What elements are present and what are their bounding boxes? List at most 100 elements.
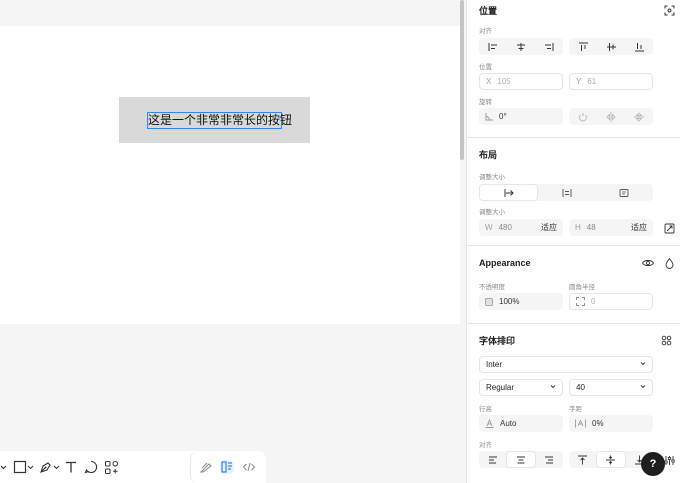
appearance-title: Appearance: [479, 258, 531, 268]
text-align-left-icon[interactable]: [479, 451, 506, 468]
chevron-down-icon: [640, 361, 646, 366]
align-label: 对齐: [479, 28, 492, 35]
height-prefix: H: [575, 223, 581, 232]
tool-group: [0, 455, 119, 479]
x-prefix: X: [486, 77, 492, 86]
canvas-scrollbar[interactable]: [460, 0, 464, 160]
comment-icon[interactable]: [84, 460, 98, 474]
chevron-down-icon[interactable]: [0, 465, 7, 470]
letter-spacing-field[interactable]: 0%: [569, 415, 653, 432]
width-prefix: W: [485, 223, 493, 232]
components-icon[interactable]: [104, 460, 119, 475]
letter-spacing-label: 字距: [569, 406, 582, 413]
rotation-value: 0°: [499, 112, 507, 121]
y-value: 61: [587, 77, 597, 86]
x-position-field[interactable]: X 105: [479, 73, 563, 90]
corner-radius-icon: [576, 297, 585, 306]
help-button[interactable]: ?: [641, 452, 665, 476]
flip-vertical-icon[interactable]: [625, 108, 653, 125]
blend-mode-icon[interactable]: [662, 256, 676, 270]
text-align-middle-icon[interactable]: [596, 451, 626, 468]
flip-horizontal-icon[interactable]: [597, 108, 625, 125]
resize-label: 调整大小: [479, 174, 505, 181]
font-weight-value: Regular: [486, 383, 515, 392]
horizontal-align-group: [479, 38, 563, 55]
mode-switcher: [190, 451, 264, 483]
corner-radius-value: 0: [591, 297, 596, 306]
y-prefix: Y: [576, 77, 582, 86]
letter-spacing-value: 0%: [592, 419, 604, 428]
align-right-icon[interactable]: [535, 38, 563, 55]
height-mode[interactable]: 适应: [631, 222, 647, 233]
resize-to-fit-icon[interactable]: [662, 221, 676, 235]
chevron-down-icon: [550, 384, 556, 389]
font-size-select[interactable]: 40: [569, 379, 653, 396]
width-value: 480: [498, 223, 512, 232]
y-position-field[interactable]: Y 61: [569, 73, 653, 90]
font-family-value: Inter: [486, 360, 503, 369]
auto-height-icon[interactable]: [538, 184, 595, 201]
opacity-field[interactable]: 100%: [479, 293, 563, 310]
canvas-frame[interactable]: [0, 26, 460, 324]
chevron-down-icon[interactable]: [53, 465, 60, 470]
align-center-h-icon[interactable]: [507, 38, 535, 55]
height-field[interactable]: H 48 适应: [569, 219, 653, 236]
chevron-down-icon: [640, 384, 646, 389]
opacity-value: 100%: [499, 297, 520, 306]
pen-icon[interactable]: [38, 460, 53, 475]
line-height-icon: [485, 419, 494, 428]
transform-group: [569, 108, 653, 125]
fixed-size-icon[interactable]: [596, 184, 653, 201]
text-align-label: 对齐: [479, 442, 492, 449]
canvas[interactable]: 这是一个非常非常长的按钮: [0, 0, 460, 483]
draw-mode-icon[interactable]: [199, 460, 213, 474]
text-align-center-icon[interactable]: [506, 451, 536, 468]
eye-icon[interactable]: [641, 256, 655, 270]
app-root: 这是一个非常非常长的按钮 位置 对齐 位置 X 105 Y 61 旋转 0° 布…: [0, 0, 680, 483]
font-family-select[interactable]: Inter: [479, 356, 653, 373]
button-text-layer[interactable]: 这是一个非常非常长的按钮: [147, 112, 292, 129]
design-mode-icon[interactable]: [220, 460, 235, 474]
chevron-down-icon[interactable]: [27, 465, 34, 470]
line-height-label: 行高: [479, 406, 492, 413]
width-mode[interactable]: 适应: [541, 222, 557, 233]
rotation-icon: [485, 112, 493, 121]
auto-width-icon[interactable]: [479, 184, 539, 201]
text-align-top-icon[interactable]: [569, 451, 596, 468]
letter-spacing-icon: [575, 419, 586, 428]
position-section: 位置 对齐 位置 X 105 Y 61 旋转 0°: [467, 0, 680, 138]
resize-mode-group: [479, 184, 653, 201]
dev-mode-icon[interactable]: [242, 460, 256, 474]
rotate-icon[interactable]: [569, 108, 597, 125]
width-field[interactable]: W 480 适应: [479, 219, 563, 236]
rotation-field[interactable]: 0°: [479, 108, 563, 125]
properties-panel: 位置 对齐 位置 X 105 Y 61 旋转 0° 布局 调整大小 调整大小 W…: [466, 0, 680, 483]
text-align-group: [479, 451, 563, 468]
position-title: 位置: [479, 6, 498, 16]
align-middle-icon[interactable]: [597, 38, 625, 55]
typography-title: 字体排印: [479, 336, 516, 346]
layout-title: 布局: [479, 150, 498, 160]
rotation-label: 旋转: [479, 99, 492, 106]
x-value: 105: [497, 77, 511, 86]
text-align-right-icon[interactable]: [536, 451, 563, 468]
align-left-icon[interactable]: [479, 38, 507, 55]
align-top-icon[interactable]: [569, 38, 597, 55]
line-height-value: Auto: [500, 419, 517, 428]
layout-section: 布局 调整大小 调整大小 W 480 适应 H 48 适应: [467, 138, 680, 246]
size-label: 调整大小: [479, 209, 505, 216]
corner-radius-field[interactable]: 0: [569, 293, 653, 310]
radius-label: 圆角半径: [569, 284, 595, 291]
font-weight-select[interactable]: Regular: [479, 379, 563, 396]
appearance-section: Appearance 不透明度 圆角半径 100% 0: [467, 246, 680, 324]
align-bottom-icon[interactable]: [625, 38, 653, 55]
vertical-align-group: [569, 38, 653, 55]
opacity-icon: [485, 297, 493, 306]
focus-frame-icon[interactable]: [662, 3, 676, 17]
text-styles-icon[interactable]: [659, 333, 673, 347]
rectangle-icon[interactable]: [13, 460, 27, 474]
text-icon[interactable]: [64, 460, 78, 474]
opacity-label: 不透明度: [479, 284, 505, 291]
position-label: 位置: [479, 64, 492, 71]
line-height-field[interactable]: Auto: [479, 415, 563, 432]
